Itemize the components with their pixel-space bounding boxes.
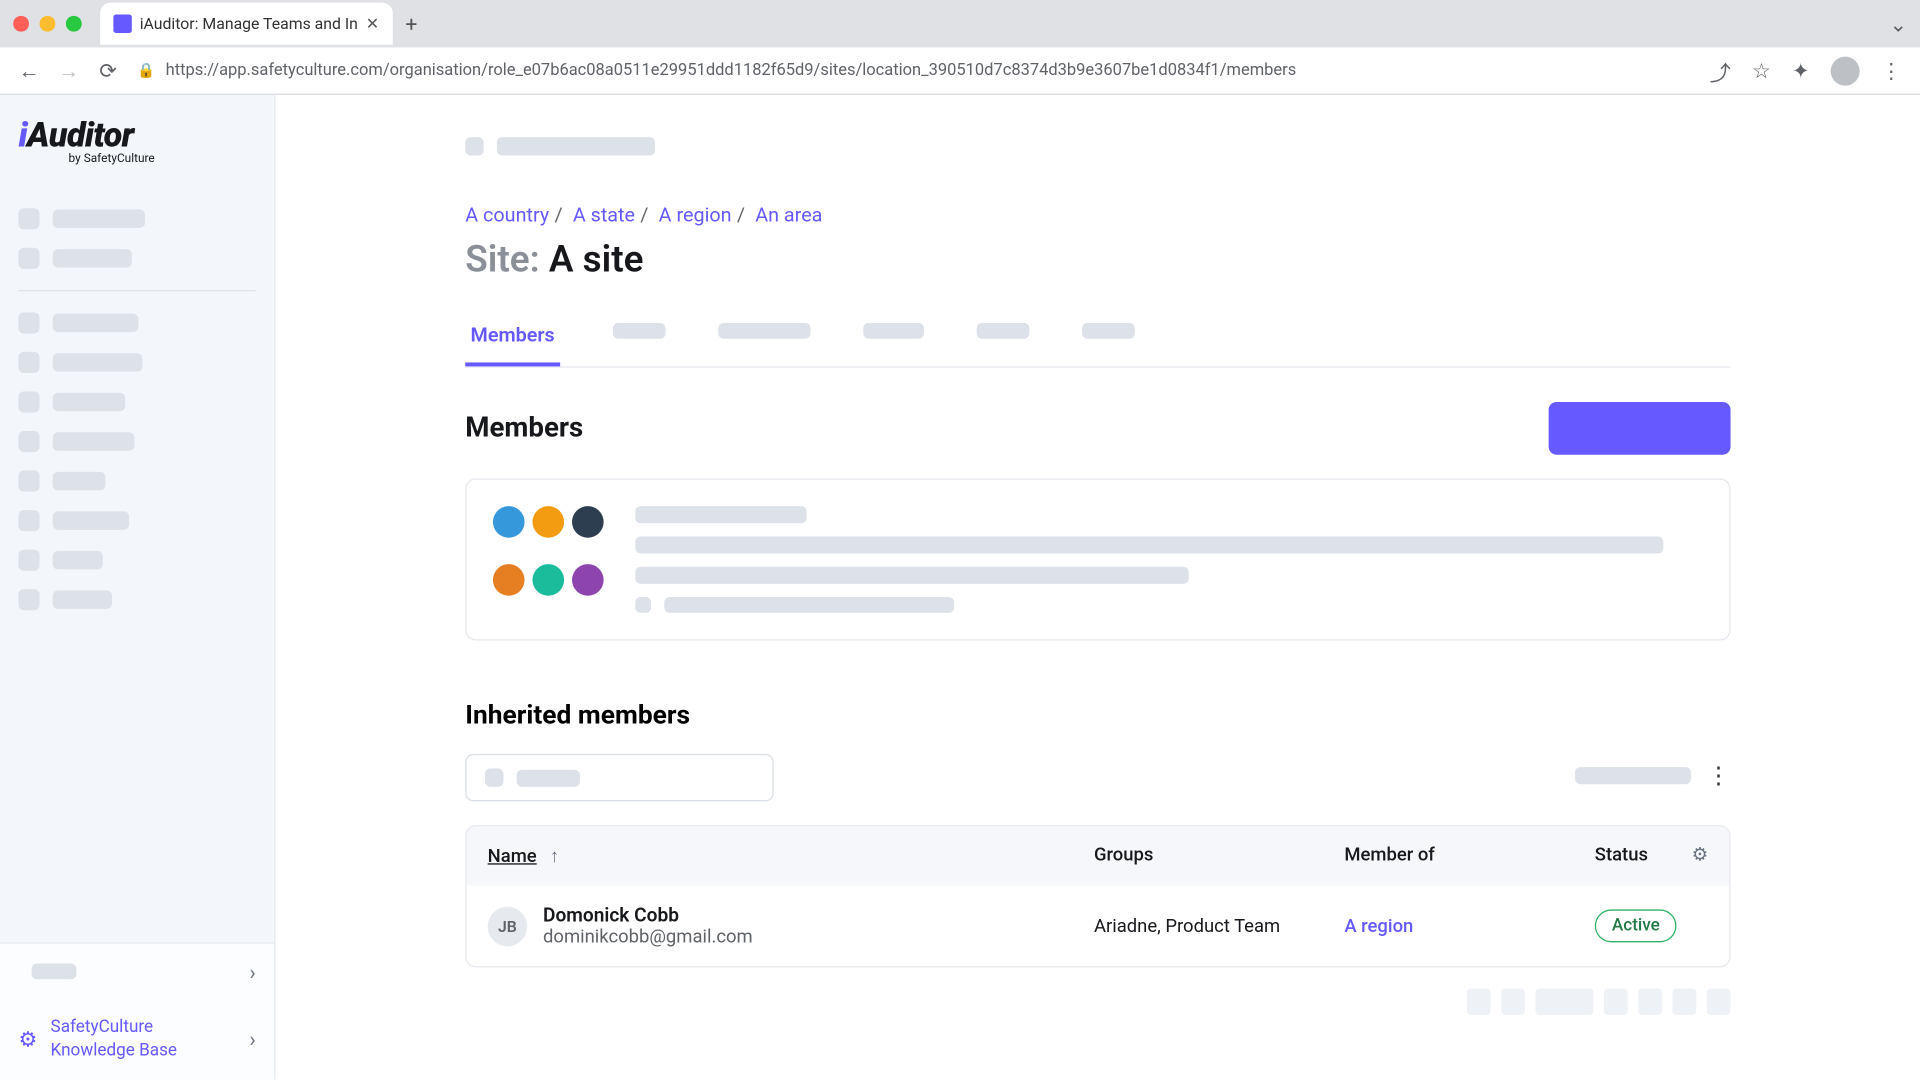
close-tab-icon[interactable]: ✕ — [366, 14, 379, 32]
app-logo[interactable]: iAuditor — [18, 116, 255, 156]
avatar-icon — [493, 563, 525, 595]
col-groups-header[interactable]: Groups — [1094, 845, 1344, 867]
user-name: Domonick Cobb — [543, 904, 753, 926]
user-email: dominikcobb@gmail.com — [543, 927, 753, 948]
kb-link-label: SafetyCulture Knowledge Base — [51, 1016, 237, 1064]
sidebar: iAuditor by SafetyCulture › ⚙ SafetyCult… — [0, 95, 275, 1080]
close-window-icon[interactable] — [13, 16, 29, 32]
pager-button[interactable] — [1604, 988, 1628, 1014]
sidebar-item[interactable] — [18, 391, 255, 412]
sidebar-item[interactable] — [18, 471, 255, 492]
avatar-icon — [532, 506, 564, 538]
main-content: A country/ A state/ A region/ An area Si… — [275, 95, 1920, 1080]
bookmark-icon[interactable]: ☆ — [1752, 58, 1771, 83]
sidebar-item[interactable] — [18, 312, 255, 333]
avatar-icon — [572, 506, 604, 538]
sidebar-item[interactable] — [18, 431, 255, 452]
pager-button[interactable] — [1638, 988, 1662, 1014]
sort-asc-icon: ↑ — [550, 845, 559, 867]
sidebar-item[interactable] — [18, 352, 255, 373]
status-badge: Active — [1595, 909, 1677, 942]
table-settings-icon[interactable]: ⚙ — [1692, 845, 1709, 866]
breadcrumb-state[interactable]: A state — [573, 203, 635, 227]
favicon-icon — [113, 14, 131, 32]
pager-button[interactable] — [1707, 988, 1731, 1014]
member-of-link[interactable]: A region — [1344, 915, 1413, 936]
pager-button[interactable] — [1535, 988, 1593, 1014]
breadcrumb-country[interactable]: A country — [465, 203, 549, 227]
inherited-heading: Inherited members — [465, 699, 1730, 731]
tab-placeholder[interactable] — [863, 323, 924, 339]
logo-subtitle: by SafetyCulture — [69, 153, 256, 166]
avatar-icon — [493, 506, 525, 538]
inherited-members-table: Name↑ Groups Member of Status⚙ JB Domoni… — [465, 825, 1730, 967]
chevron-right-icon: › — [249, 1027, 255, 1052]
share-icon[interactable]: ⤴ — [1710, 55, 1731, 87]
maximize-window-icon[interactable] — [66, 16, 82, 32]
sidebar-bottom-item[interactable]: › — [0, 943, 274, 1000]
heading-placeholder — [465, 137, 1730, 155]
tab-title: iAuditor: Manage Teams and In — [140, 14, 358, 32]
add-member-button[interactable] — [1549, 402, 1731, 455]
tab-placeholder[interactable] — [613, 323, 666, 339]
table-header: Name↑ Groups Member of Status⚙ — [467, 826, 1730, 885]
forward-button[interactable]: → — [58, 57, 79, 83]
sidebar-item[interactable] — [18, 510, 255, 531]
more-menu-icon[interactable]: ⋮ — [1707, 762, 1731, 790]
tabs-menu-icon[interactable]: ⌄ — [1889, 11, 1907, 36]
avatar-icon — [532, 563, 564, 595]
url-text: https://app.safetyculture.com/organisati… — [166, 61, 1297, 81]
window-controls — [13, 16, 82, 32]
address-bar: ← → ⟳ 🔒 https://app.safetyculture.com/or… — [0, 47, 1920, 94]
pager-button[interactable] — [1673, 988, 1697, 1014]
user-groups: Ariadne, Product Team — [1094, 915, 1344, 936]
avatar-icon — [572, 563, 604, 595]
url-field[interactable]: 🔒 https://app.safetyculture.com/organisa… — [137, 61, 1691, 81]
chevron-right-icon: › — [249, 959, 255, 984]
minimize-window-icon[interactable] — [40, 16, 56, 32]
tab-members[interactable]: Members — [465, 323, 560, 366]
sidebar-item[interactable] — [18, 208, 255, 229]
breadcrumb-region[interactable]: A region — [659, 203, 732, 227]
col-status-header[interactable]: Status⚙ — [1595, 845, 1708, 867]
browser-tab-bar: iAuditor: Manage Teams and In ✕ + ⌄ — [0, 0, 1920, 47]
toolbar-placeholder — [1575, 767, 1691, 784]
reload-button[interactable]: ⟳ — [98, 58, 119, 83]
members-summary-card — [465, 478, 1730, 640]
pagination — [465, 988, 1730, 1014]
avatar-grid — [493, 506, 604, 613]
tab-placeholder[interactable] — [976, 323, 1029, 339]
extensions-icon[interactable]: ✦ — [1792, 58, 1810, 83]
avatar-initials: JB — [488, 906, 528, 946]
col-name-header[interactable]: Name↑ — [488, 845, 1094, 867]
new-tab-button[interactable]: + — [405, 11, 417, 36]
table-row[interactable]: JB Domonick Cobb dominikcobb@gmail.com A… — [467, 886, 1730, 966]
browser-menu-icon[interactable]: ⋮ — [1881, 58, 1902, 83]
breadcrumb: A country/ A state/ A region/ An area — [465, 203, 1730, 227]
pager-button[interactable] — [1467, 988, 1491, 1014]
pager-button[interactable] — [1501, 988, 1525, 1014]
back-button[interactable]: ← — [18, 57, 39, 83]
page-title: Site: A site — [465, 237, 1730, 280]
breadcrumb-area[interactable]: An area — [755, 203, 822, 227]
sidebar-item[interactable] — [18, 589, 255, 610]
tab-placeholder[interactable] — [1082, 323, 1135, 339]
tab-placeholder[interactable] — [718, 323, 810, 339]
browser-tab[interactable]: iAuditor: Manage Teams and In ✕ — [100, 3, 392, 45]
filter-input[interactable] — [465, 754, 773, 801]
col-memberof-header[interactable]: Member of — [1344, 845, 1594, 867]
sidebar-knowledge-base[interactable]: ⚙ SafetyCulture Knowledge Base › — [0, 1000, 274, 1080]
profile-icon[interactable] — [1831, 56, 1860, 85]
gear-icon: ⚙ — [18, 1027, 37, 1052]
members-heading: Members — [465, 413, 583, 445]
sidebar-item[interactable] — [18, 550, 255, 571]
sidebar-item[interactable] — [18, 248, 255, 269]
lock-icon: 🔒 — [137, 62, 155, 79]
tabs: Members — [465, 323, 1730, 368]
